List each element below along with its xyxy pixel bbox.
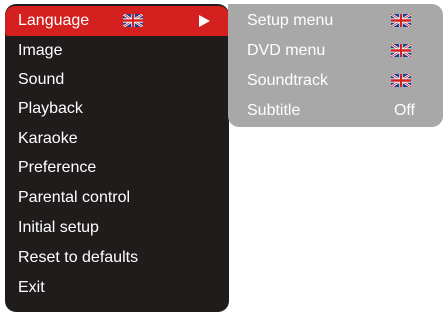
menu-item-image[interactable]: Image: [5, 36, 229, 66]
uk-flag-icon: [391, 44, 411, 57]
submenu-item-label: Setup menu: [247, 12, 334, 29]
submenu-item-label: DVD menu: [247, 42, 326, 59]
submenu-item-label: Soundtrack: [247, 72, 328, 89]
menu-item-karaoke[interactable]: Karaoke: [5, 124, 229, 154]
submenu-item-soundtrack[interactable]: Soundtrack: [228, 66, 443, 95]
submenu-item-subtitle[interactable]: Subtitle Off: [228, 96, 443, 125]
menu-item-label: Exit: [18, 279, 45, 296]
uk-flag-icon: [123, 14, 143, 27]
menu-item-preference[interactable]: Preference: [5, 153, 229, 183]
subtitle-value: Off: [393, 102, 415, 119]
main-menu: Language Image Sound Playback Karaoke Pr…: [5, 4, 229, 312]
menu-item-label: Sound: [18, 71, 65, 88]
submenu-item-label: Subtitle: [247, 102, 301, 119]
menu-item-language[interactable]: Language: [5, 6, 229, 36]
menu-item-label: Playback: [18, 100, 83, 117]
menu-item-playback[interactable]: Playback: [5, 94, 229, 124]
submenu-item-setup-menu[interactable]: Setup menu: [228, 6, 443, 35]
menu-item-label: Preference: [18, 159, 97, 176]
uk-flag-icon: [391, 74, 411, 87]
menu-item-label: Karaoke: [18, 130, 78, 147]
menu-item-sound[interactable]: Sound: [5, 65, 229, 95]
menu-item-parental-control[interactable]: Parental control: [5, 183, 229, 213]
submenu-arrow-icon: [199, 15, 210, 27]
menu-item-label: Parental control: [18, 189, 131, 206]
menu-item-label: Reset to defaults: [18, 249, 139, 266]
uk-flag-icon: [391, 14, 411, 27]
menu-item-initial-setup[interactable]: Initial setup: [5, 213, 229, 243]
menu-item-label: Initial setup: [18, 219, 99, 236]
language-submenu: Setup menu DVD menu Soundtrack Subtitle …: [228, 4, 443, 127]
menu-item-exit[interactable]: Exit: [5, 273, 229, 303]
menu-item-reset-to-defaults[interactable]: Reset to defaults: [5, 243, 229, 273]
submenu-item-dvd-menu[interactable]: DVD menu: [228, 36, 443, 65]
menu-item-label: Language: [18, 12, 90, 29]
menu-item-label: Image: [18, 42, 63, 59]
